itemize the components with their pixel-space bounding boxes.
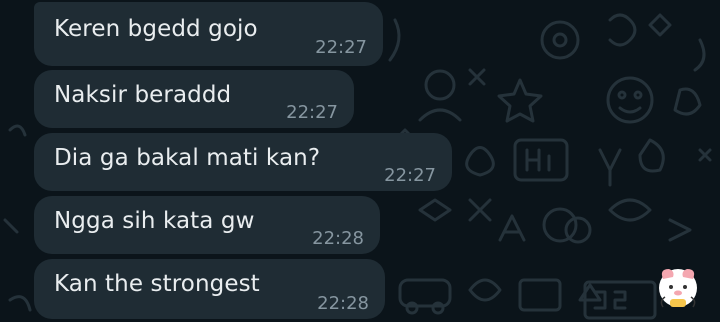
message-text: Dia ga bakal mati kan?	[54, 145, 321, 171]
message-timestamp: 22:27	[384, 165, 436, 186]
message-bubble[interactable]: Naksir beraddd 22:27	[34, 70, 354, 128]
message-timestamp: 22:27	[315, 37, 367, 58]
message-timestamp: 22:27	[286, 102, 338, 123]
message-timestamp: 22:28	[312, 228, 364, 249]
message-bubble[interactable]: Kan the strongest 22:28	[34, 259, 385, 319]
message-bubble[interactable]: Ngga sih kata gw 22:28	[34, 196, 380, 254]
message-bubble[interactable]: Keren bgedd gojo 22:27	[34, 2, 383, 66]
message-text: Kan the strongest	[54, 271, 260, 297]
sticker-icon[interactable]	[655, 265, 701, 309]
chat-message-list: Keren bgedd gojo 22:27 Naksir beraddd 22…	[0, 0, 720, 322]
message-timestamp: 22:28	[317, 293, 369, 314]
message-bubble[interactable]: Dia ga bakal mati kan? 22:27	[34, 133, 452, 191]
message-text: Naksir beraddd	[54, 82, 232, 108]
message-text: Ngga sih kata gw	[54, 208, 255, 234]
message-text: Keren bgedd gojo	[54, 16, 258, 42]
